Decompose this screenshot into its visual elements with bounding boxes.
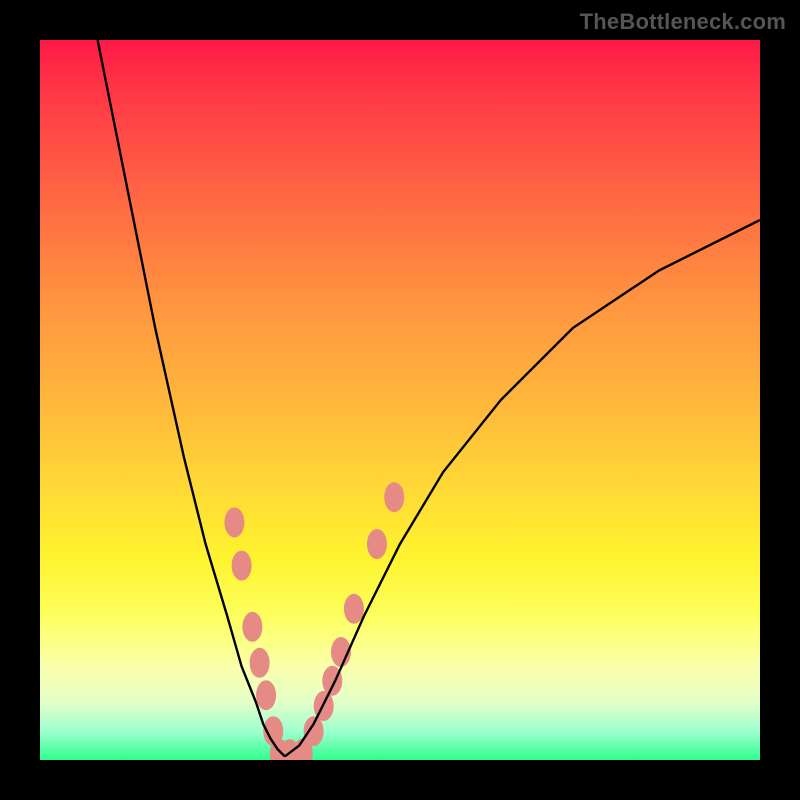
curve-right-arm [285,220,760,756]
left-dot-3 [242,612,262,642]
right-dot-5 [344,594,364,624]
right-dot-1 [304,716,324,746]
chart-frame: TheBottleneck.com [0,0,800,800]
left-dot-5 [256,680,276,710]
left-dot-4 [250,648,270,678]
left-dot-2 [232,551,252,581]
right-dot-6 [367,529,387,559]
left-dot-1 [224,507,244,537]
right-dot-7 [384,482,404,512]
markers-group [224,482,404,760]
chart-svg [40,40,760,760]
brand-label: TheBottleneck.com [580,9,786,35]
plot-area [40,40,760,760]
